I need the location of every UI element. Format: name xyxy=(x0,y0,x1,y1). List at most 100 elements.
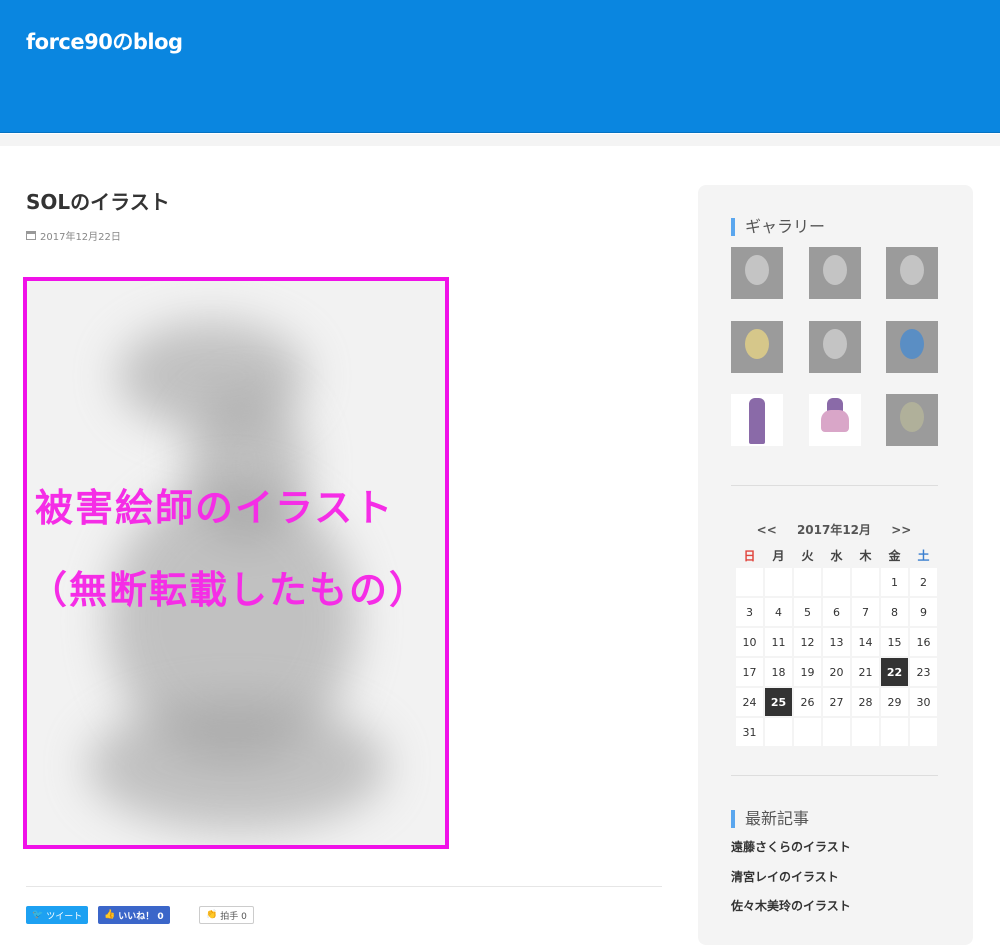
calendar-week-row: 10 11 12 13 14 15 16 xyxy=(736,628,937,656)
gallery-thumbnail[interactable] xyxy=(886,247,938,299)
widget-separator xyxy=(731,485,938,486)
calendar-week-row: 17 18 19 20 21 22 23 xyxy=(736,658,937,686)
post-divider xyxy=(26,886,662,887)
site-header: force90のblog xyxy=(0,0,1000,133)
calendar-day: 1 xyxy=(881,568,908,596)
calendar-day: 12 xyxy=(794,628,821,656)
calendar: 日 月 火 水 木 金 土 1 2 3 4 5 6 7 8 9 10 11 12 13 14 15 16 17 1… xyxy=(734,542,939,748)
calendar-empty-cell xyxy=(881,718,908,746)
calendar-empty-cell xyxy=(852,718,879,746)
calendar-day[interactable]: 22 xyxy=(881,658,908,686)
calendar-day: 17 xyxy=(736,658,763,686)
calendar-day: 27 xyxy=(823,688,850,716)
gallery-thumbnail[interactable] xyxy=(731,321,783,373)
calendar-day: 29 xyxy=(881,688,908,716)
calendar-day: 18 xyxy=(765,658,792,686)
calendar-day: 3 xyxy=(736,598,763,626)
calendar-day: 4 xyxy=(765,598,792,626)
calendar-day: 5 xyxy=(794,598,821,626)
calendar-day: 10 xyxy=(736,628,763,656)
site-title-link[interactable]: force90のblog xyxy=(26,26,183,56)
post-title: SOLのイラスト xyxy=(26,190,170,214)
calendar-day: 7 xyxy=(852,598,879,626)
post-date-text: 2017年12月22日 xyxy=(40,232,121,243)
calendar-weekday: 日 xyxy=(743,548,756,563)
calendar-day: 26 xyxy=(794,688,821,716)
calendar-day: 21 xyxy=(852,658,879,686)
calendar-day: 9 xyxy=(910,598,937,626)
calendar-empty-cell xyxy=(794,568,821,596)
calendar-weekday: 金 xyxy=(888,548,901,563)
calendar-day: 19 xyxy=(794,658,821,686)
calendar-empty-cell xyxy=(823,718,850,746)
illustration-caption-line1: 被害絵師のイラスト xyxy=(35,485,395,530)
calendar-day: 2 xyxy=(910,568,937,596)
calendar-day: 30 xyxy=(910,688,937,716)
clap-button-label: 拍手 0 xyxy=(220,911,247,922)
calendar-empty-cell xyxy=(910,718,937,746)
facebook-like-button[interactable]: 👍 いいね！ 0 xyxy=(98,906,170,924)
gallery-thumbnail[interactable] xyxy=(809,394,861,446)
gallery-thumbnail[interactable] xyxy=(886,321,938,373)
clap-icon: 👏 xyxy=(206,910,218,920)
calendar-day: 16 xyxy=(910,628,937,656)
calendar-weekday: 木 xyxy=(859,548,872,563)
like-button-label: いいね！ 0 xyxy=(118,911,164,922)
calendar-next-link[interactable]: >> xyxy=(891,523,911,537)
calendar-day: 31 xyxy=(736,718,763,746)
calendar-day: 23 xyxy=(910,658,937,686)
calendar-day: 8 xyxy=(881,598,908,626)
calendar-day: 14 xyxy=(852,628,879,656)
calendar-weekday: 火 xyxy=(801,548,814,563)
calendar-day: 15 xyxy=(881,628,908,656)
gallery-thumbnail[interactable] xyxy=(809,321,861,373)
calendar-day: 20 xyxy=(823,658,850,686)
calendar-empty-cell xyxy=(765,568,792,596)
calendar-week-row: 31 xyxy=(736,718,937,746)
calendar-days: 1 2 3 4 5 6 7 8 9 10 11 12 13 14 15 16 17 18 19 20 21 22 23 24 2… xyxy=(736,568,937,746)
recent-post-link[interactable]: 清宮レイのイラスト xyxy=(731,868,839,885)
calendar-day: 24 xyxy=(736,688,763,716)
calendar-header: << 2017年12月 >> xyxy=(734,521,934,538)
blur-shape xyxy=(87,701,387,831)
widget-separator xyxy=(731,775,938,776)
calendar-weekday: 水 xyxy=(830,548,843,563)
calendar-empty-cell xyxy=(852,568,879,596)
gallery-thumbnail[interactable] xyxy=(809,247,861,299)
calendar-week-row: 24 25 26 27 28 29 30 xyxy=(736,688,937,716)
thumbs-up-icon: 👍 xyxy=(104,910,116,920)
calendar-day[interactable]: 25 xyxy=(765,688,792,716)
sidebar: ギャラリー << 2017年12月 >> 日 月 火 水 木 金 土 12345… xyxy=(698,185,973,945)
recent-post-link[interactable]: 遠藤さくらのイラスト xyxy=(731,838,851,855)
calendar-day: 11 xyxy=(765,628,792,656)
calendar-day: 28 xyxy=(852,688,879,716)
tweet-button-label: ツイート xyxy=(46,911,83,922)
recent-post-link[interactable]: 佐々木美玲のイラスト xyxy=(731,897,851,914)
calendar-weekday: 土 xyxy=(917,548,930,563)
gallery-thumbnail[interactable] xyxy=(731,247,783,299)
calendar-weekday-row: 日 月 火 水 木 金 土 xyxy=(736,544,937,566)
calendar-empty-cell xyxy=(736,568,763,596)
calendar-empty-cell xyxy=(765,718,792,746)
calendar-empty-cell xyxy=(794,718,821,746)
calendar-week-row: 12 xyxy=(736,568,937,596)
recent-posts-title: 最新記事 xyxy=(731,810,809,828)
gallery-widget-title: ギャラリー xyxy=(731,218,825,236)
calendar-day: 13 xyxy=(823,628,850,656)
gallery-thumbnail[interactable] xyxy=(731,394,783,446)
calendar-icon xyxy=(26,231,36,240)
calendar-week-row: 3456789 xyxy=(736,598,937,626)
illustration-caption-line2: （無断転載したもの） xyxy=(29,567,430,612)
post-illustration: 被害絵師のイラスト （無断転載したもの） xyxy=(23,277,449,849)
header-band xyxy=(0,134,1000,146)
calendar-month: 2017年12月 xyxy=(796,523,872,537)
gallery-thumbnail[interactable] xyxy=(886,394,938,446)
calendar-weekday: 月 xyxy=(772,548,785,563)
clap-button[interactable]: 👏 拍手 0 xyxy=(199,906,254,924)
calendar-empty-cell xyxy=(823,568,850,596)
twitter-bird-icon: 🐦 xyxy=(32,910,44,920)
post-date: 2017年12月22日 xyxy=(26,228,121,243)
calendar-prev-link[interactable]: << xyxy=(757,523,777,537)
calendar-day: 6 xyxy=(823,598,850,626)
tweet-button[interactable]: 🐦 ツイート xyxy=(26,906,89,924)
